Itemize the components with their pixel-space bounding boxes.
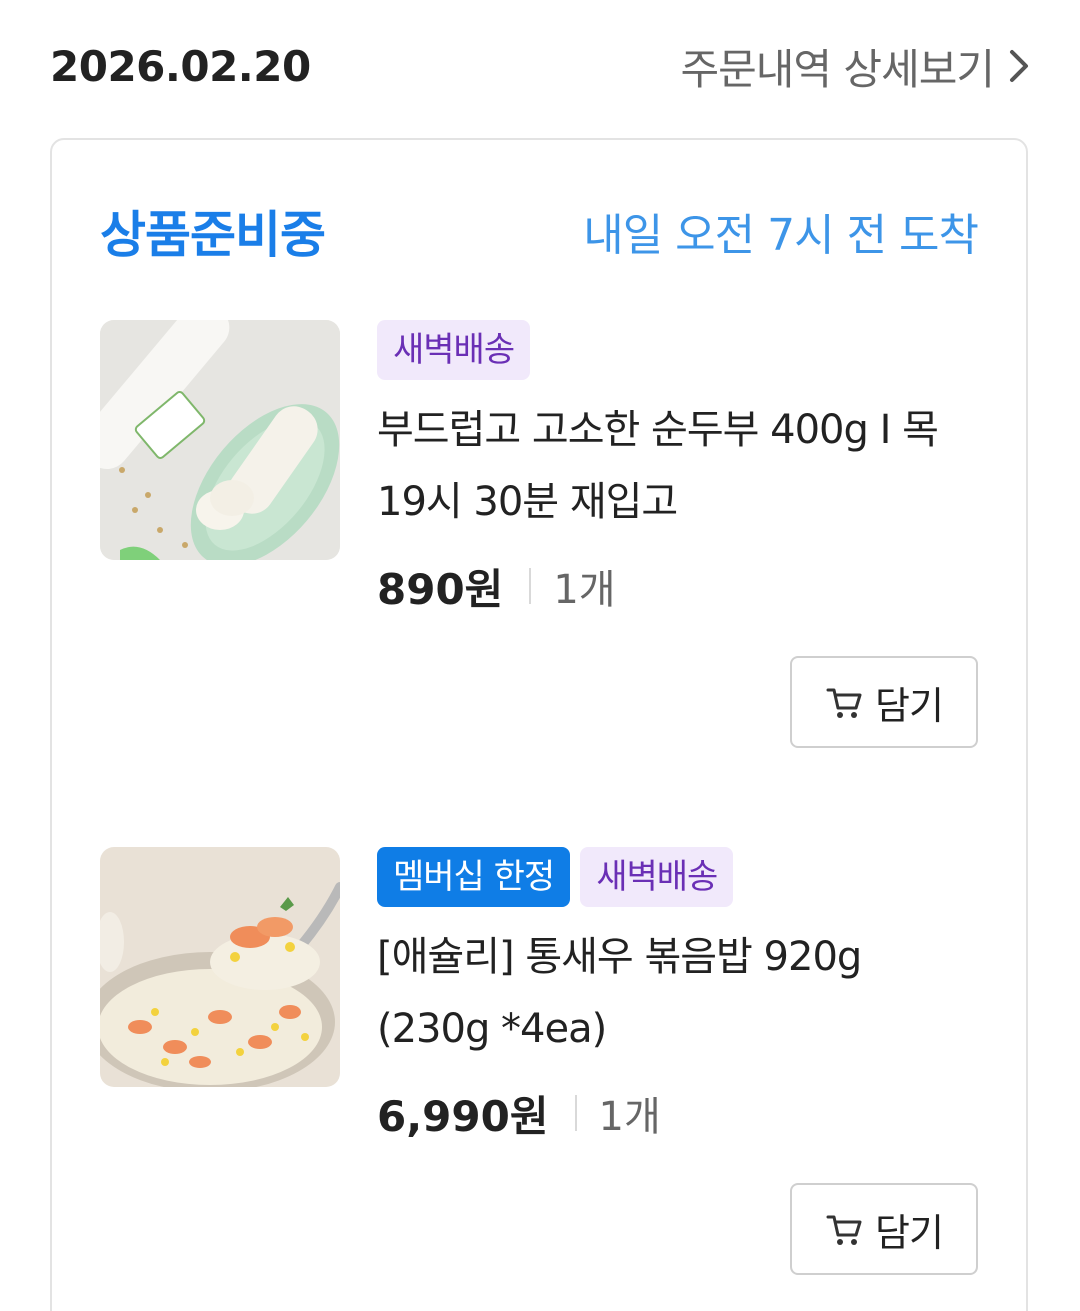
price-divider [574,1095,577,1131]
order-detail-link[interactable]: 주문내역 상세보기 [681,36,1030,97]
product-name[interactable]: 부드럽고 고소한 순두부 400g I 목 19시 30분 재입고 [377,394,978,538]
badge-group: 멤버십 한정 새벽배송 [377,847,978,907]
product-name[interactable]: [애슐리] 통새우 볶음밥 920g (230g *4ea) [377,921,978,1065]
order-card: 상품준비중 내일 오전 7시 전 도착 새벽배송 부드럽고 고소한 순두부 40… [50,138,1028,1311]
product-price: 6,990원 [377,1091,549,1141]
badge-group: 새벽배송 [377,320,978,380]
add-to-cart-label: 담기 [875,1210,944,1255]
item-info: 멤버십 한정 새벽배송 [애슐리] 통새우 볶음밥 920g (230g *4e… [377,847,978,1143]
cart-icon [825,1209,865,1249]
order-item: 새벽배송 부드럽고 고소한 순두부 400g I 목 19시 30분 재입고 8… [100,320,978,760]
delivery-eta: 내일 오전 7시 전 도착 [583,210,979,261]
membership-badge: 멤버십 한정 [377,847,571,907]
dawn-delivery-badge: 새벽배송 [377,320,531,380]
add-to-cart-button[interactable]: 담기 [790,656,978,748]
order-item: 멤버십 한정 새벽배송 [애슐리] 통새우 볶음밥 920g (230g *4e… [100,847,978,1287]
shrimp-fried-rice-image[interactable] [100,847,340,1087]
add-to-cart-label: 담기 [875,683,944,728]
dawn-delivery-badge: 새벽배송 [580,847,734,907]
tofu-product-image[interactable] [100,320,340,560]
status-row: 상품준비중 내일 오전 7시 전 도착 [100,198,979,264]
chevron-right-icon [1008,48,1030,84]
price-divider [529,568,532,604]
cart-icon [825,682,865,722]
price-row: 890원 1개 [377,556,978,616]
add-to-cart-button[interactable]: 담기 [790,1183,978,1275]
price-row: 6,990원 1개 [377,1083,978,1143]
order-detail-link-label: 주문내역 상세보기 [680,44,995,94]
order-history-page: 2026.02.20 주문내역 상세보기 상품준비중 내일 오전 7시 전 도착 [0,0,1080,1311]
order-header: 2026.02.20 주문내역 상세보기 [50,30,1030,102]
product-quantity: 1개 [553,567,616,613]
item-info: 새벽배송 부드럽고 고소한 순두부 400g I 목 19시 30분 재입고 8… [377,320,978,616]
order-status: 상품준비중 [100,206,326,264]
order-date: 2026.02.20 [50,41,311,91]
product-price: 890원 [377,564,504,614]
product-quantity: 1개 [598,1094,661,1140]
